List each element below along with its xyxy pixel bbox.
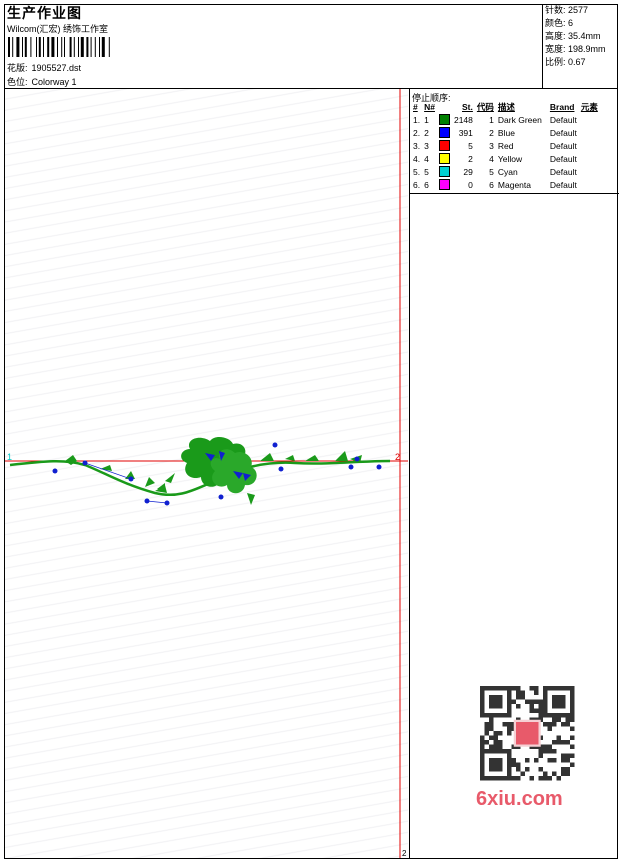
color-swatch — [438, 114, 450, 126]
page-title: 生产作业图 — [7, 5, 82, 21]
corner-marker: 2 — [402, 849, 407, 858]
color-swatch — [438, 153, 450, 165]
page-subtitle: Wilcom(汇宏) 绣饰工作室 — [7, 24, 108, 34]
panel-divider — [410, 193, 619, 194]
colorway-value: Colorway 1 — [31, 77, 77, 87]
row-needle: 5 — [424, 166, 429, 177]
row-swatch — [437, 178, 452, 191]
row-swatch — [437, 113, 452, 126]
design-width: 宽度: 198.9mm — [545, 44, 606, 54]
row-elements — [579, 178, 600, 191]
row-description: Yellow — [497, 153, 523, 164]
row-elements — [579, 113, 600, 126]
row-index: 4. — [413, 153, 421, 164]
row-stitches: 2148 — [453, 114, 473, 125]
design-file-value: 1905527.dst — [31, 63, 82, 73]
table-row: 5. 5 29 5 Cyan Default — [411, 165, 600, 178]
design-height: 高度: 35.4mm — [545, 31, 601, 41]
row-elements — [579, 126, 600, 139]
row-stitches: 29 — [463, 166, 473, 177]
row-description: Dark Green — [497, 114, 542, 125]
row-needle: 6 — [424, 179, 429, 190]
row-code: 1 — [489, 114, 494, 125]
design-file-row: 花版: 1905527.dst — [7, 61, 81, 74]
table-row: 4. 4 2 4 Yellow Default — [411, 152, 600, 165]
row-description: Cyan — [497, 166, 518, 177]
barcode — [8, 37, 110, 57]
row-code: 4 — [489, 153, 494, 164]
row-description: Red — [497, 140, 514, 151]
row-brand: Default — [549, 166, 577, 177]
row-elements — [579, 152, 600, 165]
row-brand: Default — [549, 153, 577, 164]
row-index: 2. — [413, 127, 421, 138]
row-code: 3 — [489, 140, 494, 151]
row-swatch — [437, 152, 452, 165]
row-stitches: 5 — [468, 140, 473, 151]
row-swatch — [437, 139, 452, 152]
color-swatch — [438, 140, 450, 152]
design-file-label: 花版: — [7, 63, 28, 73]
table-row: 2. 2 391 2 Blue Default — [411, 126, 600, 139]
row-index: 1. — [413, 114, 421, 125]
stop-sequence-table: # N# St. 代码 描述 Brand 元素 1. 1 2148 1 Dark Gre… — [411, 101, 600, 191]
color-count: 颜色: 6 — [545, 18, 574, 28]
stitch-count: 针数: 2577 — [545, 5, 589, 15]
watermark-text: 6xiu.com — [476, 788, 563, 810]
col-elements: 元素 — [580, 102, 598, 112]
colorway-row: 色位: Colorway 1 — [7, 75, 77, 88]
design-canvas: 1 2 2 — [5, 89, 408, 858]
row-index: 3. — [413, 140, 421, 151]
row-description: Blue — [497, 127, 515, 138]
table-row: 6. 6 0 6 Magenta Default — [411, 178, 600, 191]
embroidery-preview: 1 2 2 — [5, 89, 408, 858]
row-stitches: 2 — [468, 153, 473, 164]
col-brand: Brand — [549, 102, 575, 112]
row-stitches: 391 — [458, 127, 473, 138]
row-swatch — [437, 126, 452, 139]
row-index: 5. — [413, 166, 421, 177]
col-needle: N# — [424, 102, 435, 112]
table-row: 1. 1 2148 1 Dark Green Default — [411, 113, 600, 126]
row-description: Magenta — [497, 179, 531, 190]
col-description: 描述 — [497, 102, 515, 112]
row-code: 6 — [489, 179, 494, 190]
col-index: # — [413, 102, 418, 112]
table-header-row: # N# St. 代码 描述 Brand 元素 — [411, 101, 600, 113]
end-marker: 2 — [395, 452, 400, 462]
colorway-label: 色位: — [7, 77, 28, 87]
row-brand: Default — [549, 179, 577, 190]
row-needle: 1 — [424, 114, 429, 125]
row-needle: 2 — [424, 127, 429, 138]
row-needle: 4 — [424, 153, 429, 164]
color-swatch — [438, 166, 450, 178]
col-stitches: St. — [462, 102, 473, 112]
row-code: 2 — [489, 127, 494, 138]
col-code: 代码 — [476, 102, 494, 112]
table-row: 3. 3 5 3 Red Default — [411, 139, 600, 152]
start-marker: 1 — [7, 452, 12, 462]
row-brand: Default — [549, 140, 577, 151]
embroidery-design — [9, 437, 391, 506]
stats-box: 针数: 2577 颜色: 6 高度: 35.4mm 宽度: 198.9mm 比例… — [542, 4, 619, 88]
row-swatch — [437, 165, 452, 178]
row-brand: Default — [549, 114, 577, 125]
design-scale: 比例: 0.67 — [545, 57, 586, 67]
row-needle: 3 — [424, 140, 429, 151]
row-elements — [579, 139, 600, 152]
row-index: 6. — [413, 179, 421, 190]
color-swatch — [438, 127, 450, 139]
color-swatch — [438, 179, 450, 191]
col-swatch — [437, 101, 452, 113]
row-brand: Default — [549, 127, 577, 138]
row-stitches: 0 — [468, 179, 473, 190]
row-elements — [579, 165, 600, 178]
row-code: 5 — [489, 166, 494, 177]
